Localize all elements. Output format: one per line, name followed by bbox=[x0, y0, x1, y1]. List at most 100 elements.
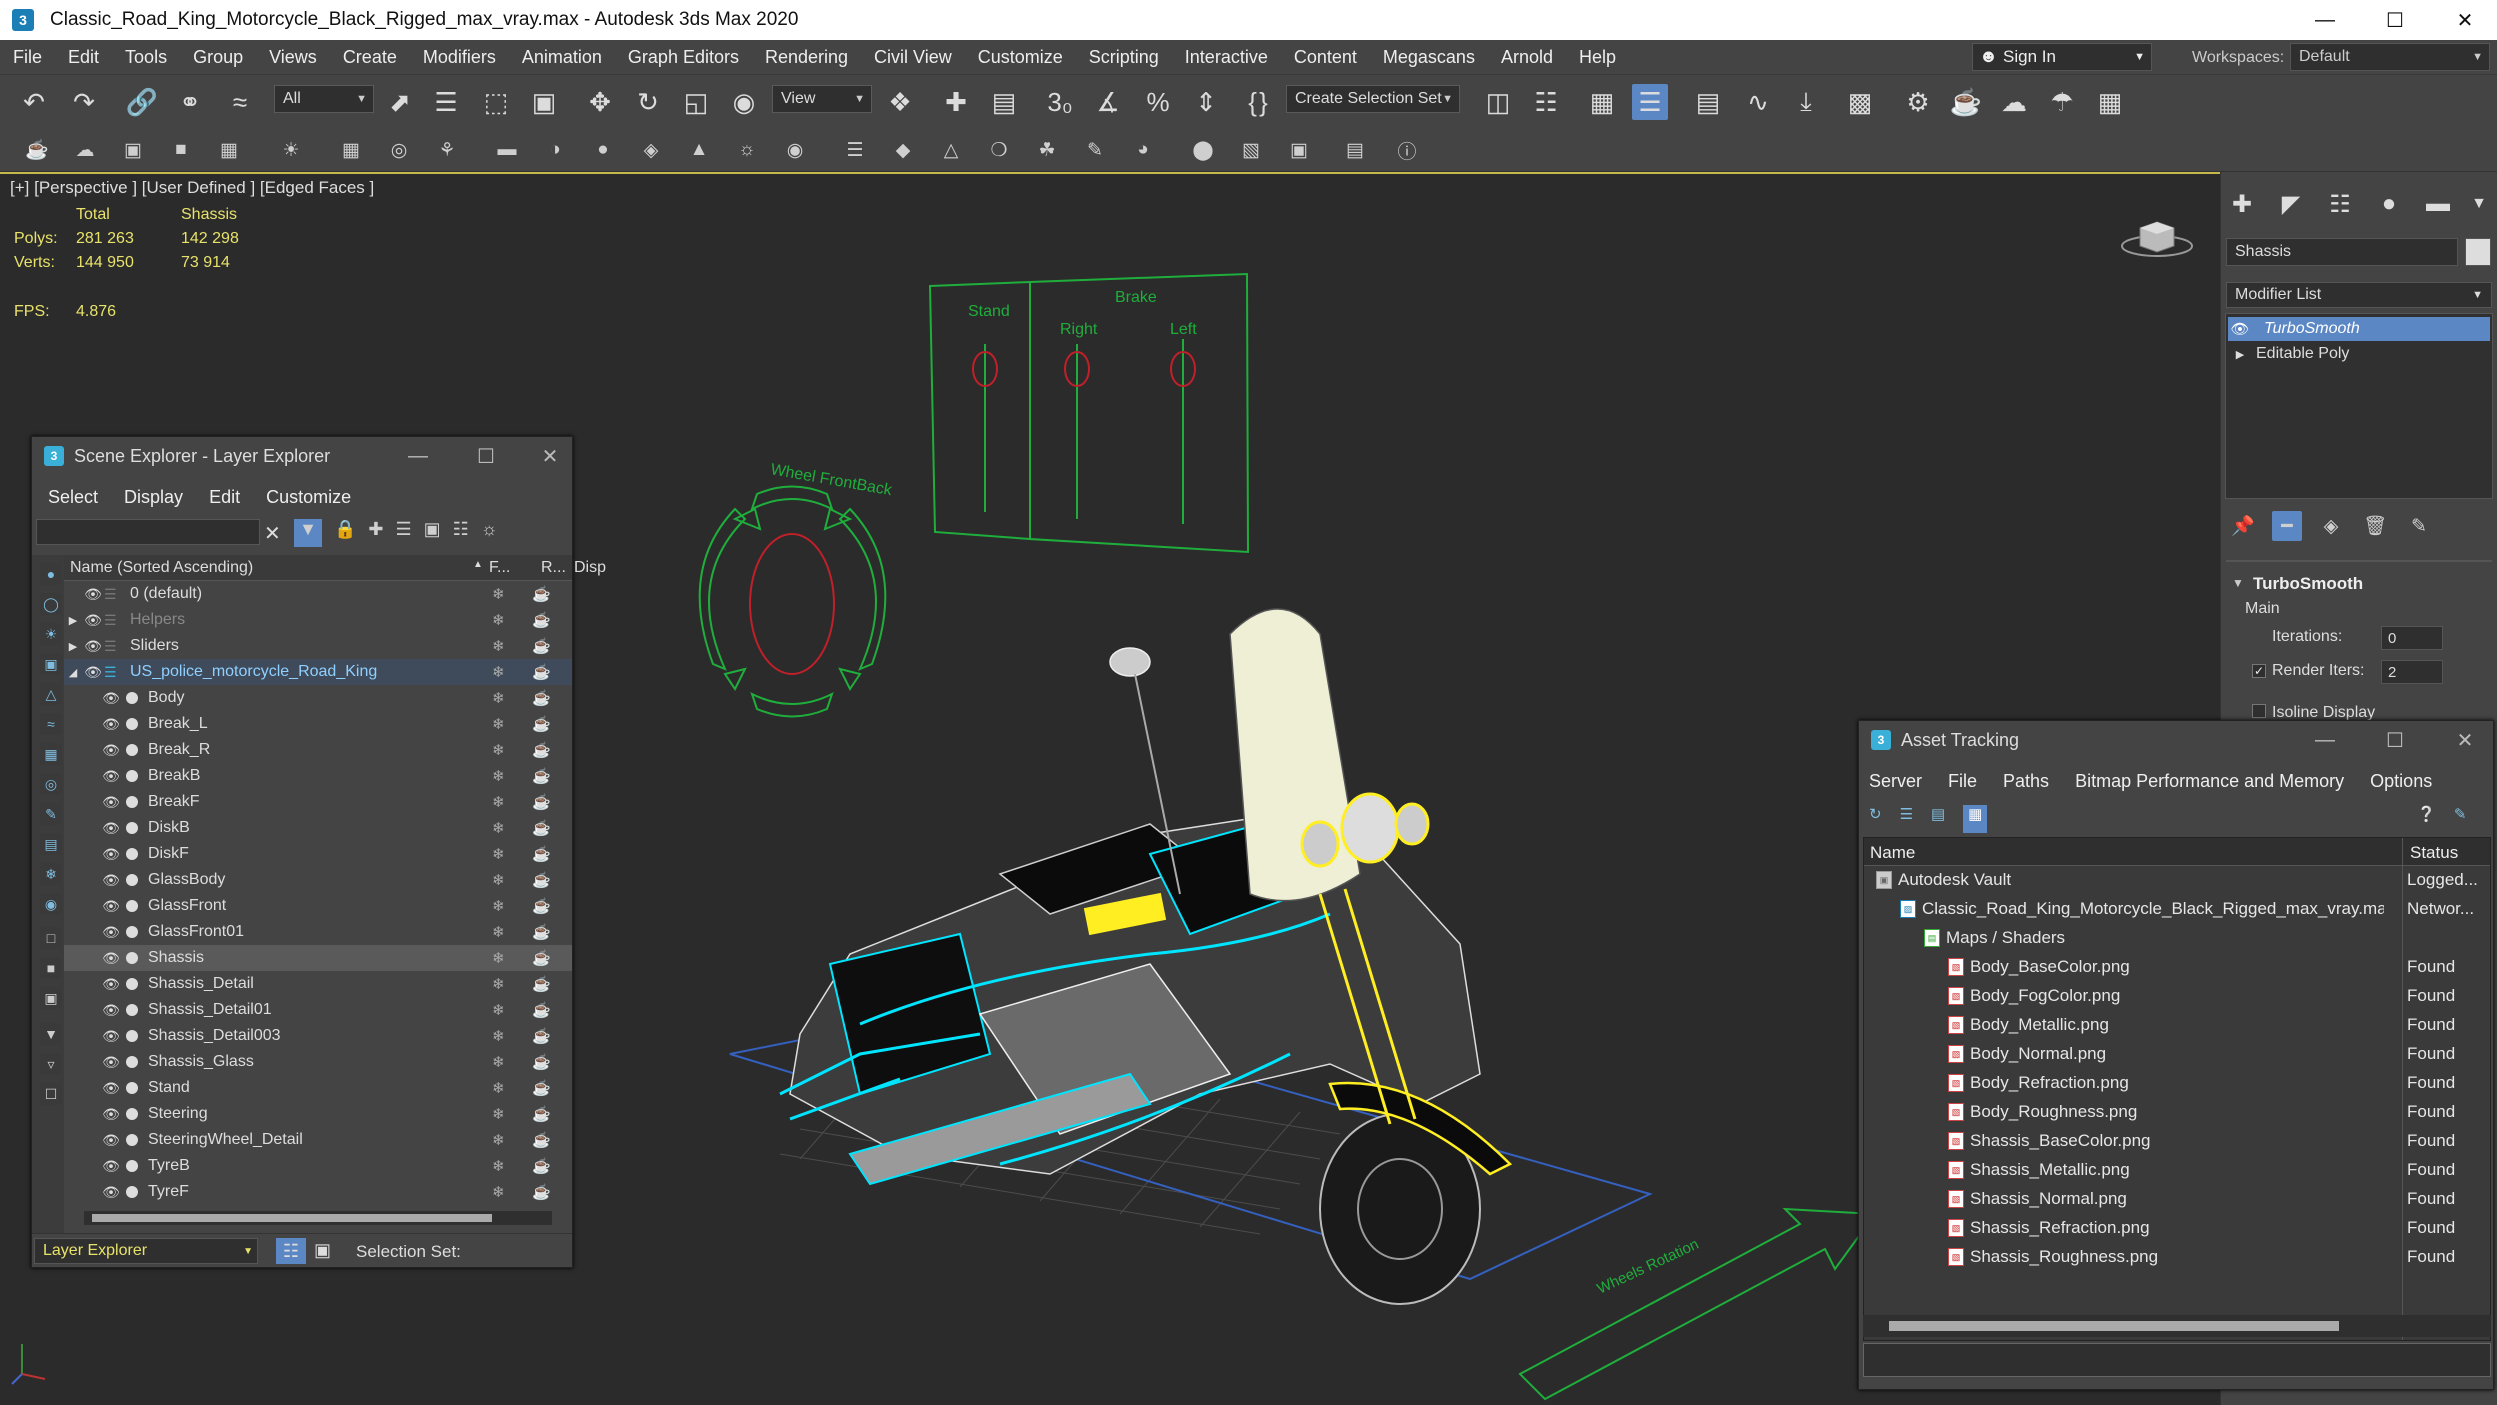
menu-views[interactable]: Views bbox=[256, 47, 330, 68]
place-icon[interactable]: ◉ bbox=[726, 84, 762, 120]
collapse-arrow-icon[interactable]: ◢ bbox=[64, 666, 82, 679]
show-end-result-icon[interactable]: ━ bbox=[2272, 511, 2302, 541]
rotate-icon[interactable]: ↻ bbox=[630, 84, 666, 120]
col-name[interactable]: Name bbox=[1870, 843, 1915, 863]
render-production-icon[interactable]: ☁ bbox=[1996, 84, 2032, 120]
isoline-checkbox[interactable] bbox=[2252, 704, 2266, 718]
maximize-button[interactable]: ☐ bbox=[2360, 0, 2430, 40]
freeze-toggle-icon[interactable]: ❄ bbox=[492, 741, 505, 759]
percent-snap-icon[interactable]: % bbox=[1140, 84, 1176, 120]
freeze-toggle-icon[interactable]: ❄ bbox=[492, 1157, 505, 1175]
container-icon[interactable]: ▣ bbox=[118, 135, 148, 165]
refresh-icon[interactable]: ↻ bbox=[1869, 805, 1882, 833]
visibility-eye-icon[interactable]: 👁 bbox=[100, 690, 122, 707]
display-spacewarps-icon[interactable]: ≈ bbox=[40, 713, 62, 735]
freeze-toggle-icon[interactable]: ❄ bbox=[492, 637, 505, 655]
vray-render-icon[interactable]: ▣ bbox=[1284, 135, 1314, 165]
menu-civil-view[interactable]: Civil View bbox=[861, 47, 965, 68]
a360-gallery-icon[interactable]: ▦ bbox=[2092, 84, 2128, 120]
maximize-button[interactable]: ☐ bbox=[464, 437, 508, 475]
visibility-eye-icon[interactable]: 👁 bbox=[100, 1028, 122, 1045]
renderable-toggle-icon[interactable]: ☕ bbox=[532, 611, 551, 629]
visibility-eye-icon[interactable]: 👁 bbox=[100, 1158, 122, 1175]
vray-proxy-icon[interactable]: ◆ bbox=[888, 135, 918, 165]
renderable-toggle-icon[interactable]: ☕ bbox=[532, 975, 551, 993]
freeze-toggle-icon[interactable]: ❄ bbox=[492, 871, 505, 889]
display-cameras-icon[interactable]: ▣ bbox=[40, 653, 62, 675]
object-row[interactable]: 👁 BreakB ❄ ☕ bbox=[64, 763, 572, 789]
asset-path-field[interactable] bbox=[1863, 1343, 2491, 1377]
table-view-icon[interactable]: ▦ bbox=[1963, 805, 1988, 833]
renderable-toggle-icon[interactable]: ☕ bbox=[532, 871, 551, 889]
add-to-layer-icon[interactable]: ✚ bbox=[368, 519, 383, 547]
freeze-toggle-icon[interactable]: ❄ bbox=[492, 1053, 505, 1071]
renderable-toggle-icon[interactable]: ☕ bbox=[532, 741, 551, 759]
renderable-toggle-icon[interactable]: ☕ bbox=[532, 689, 551, 707]
se-menu-customize[interactable]: Customize bbox=[266, 487, 351, 508]
window-crossing-icon[interactable]: ▣ bbox=[526, 84, 562, 120]
object-row[interactable]: 👁 Shassis ❄ ☕ bbox=[64, 945, 572, 971]
grid-icon[interactable]: ▦ bbox=[214, 135, 244, 165]
at-menu-paths[interactable]: Paths bbox=[2003, 771, 2049, 792]
visibility-eye-icon[interactable]: 👁 bbox=[100, 742, 122, 759]
find-icon[interactable]: ☐ bbox=[40, 1083, 62, 1105]
minimize-button[interactable]: — bbox=[2303, 721, 2347, 759]
toggle-ribbon-icon[interactable]: ▤ bbox=[1690, 84, 1726, 120]
menu-group[interactable]: Group bbox=[180, 47, 256, 68]
freeze-toggle-icon[interactable]: ❄ bbox=[492, 767, 505, 785]
scrollbar-thumb[interactable] bbox=[1889, 1321, 2339, 1331]
schematic-view-icon[interactable]: ⤓ bbox=[1788, 84, 1824, 120]
visibility-eye-icon[interactable]: 👁 bbox=[100, 1184, 122, 1201]
stack-item-editable-poly[interactable]: ▶ Editable Poly bbox=[2228, 342, 2490, 366]
keyboard-shortcut-override-icon[interactable]: ▤ bbox=[986, 84, 1022, 120]
vray-dome-icon[interactable]: ◑ bbox=[540, 135, 570, 165]
renderable-toggle-icon[interactable]: ☕ bbox=[532, 767, 551, 785]
rendered-frame-window-icon[interactable]: ☕ bbox=[1948, 84, 1984, 120]
render-iters-spinner[interactable]: 2 bbox=[2381, 660, 2443, 684]
renderable-toggle-icon[interactable]: ☕ bbox=[532, 637, 551, 655]
renderable-toggle-icon[interactable]: ☕ bbox=[532, 715, 551, 733]
vray-fur-icon[interactable]: ☰ bbox=[840, 135, 870, 165]
unlink-icon[interactable]: ⚭ bbox=[172, 84, 208, 120]
renderable-toggle-icon[interactable]: ☕ bbox=[532, 1105, 551, 1123]
asset-row[interactable]: ▤ Maps / Shaders bbox=[1864, 924, 2490, 953]
renderable-toggle-icon[interactable]: ☕ bbox=[532, 663, 551, 681]
renderable-toggle-icon[interactable]: ☕ bbox=[532, 923, 551, 941]
at-menu-server[interactable]: Server bbox=[1869, 771, 1922, 792]
menu-create[interactable]: Create bbox=[330, 47, 410, 68]
scale-icon[interactable]: ◱ bbox=[678, 84, 714, 120]
visibility-eye-icon[interactable]: 👁 bbox=[100, 846, 122, 863]
asset-row[interactable]: ▣ Autodesk Vault Logged... bbox=[1864, 866, 2490, 895]
scene-explorer-icon[interactable]: ▦ bbox=[1584, 84, 1620, 120]
menu-graph-editors[interactable]: Graph Editors bbox=[615, 47, 752, 68]
hide-icon[interactable]: ☼ bbox=[481, 519, 498, 547]
visibility-eye-icon[interactable]: 👁 bbox=[82, 612, 104, 629]
object-row[interactable]: 👁 DiskB ❄ ☕ bbox=[64, 815, 572, 841]
visibility-eye-icon[interactable]: 👁 bbox=[100, 820, 122, 837]
vray-sphere-icon[interactable]: ● bbox=[588, 135, 618, 165]
visibility-eye-icon[interactable]: 👁 bbox=[100, 950, 122, 967]
freeze-toggle-icon[interactable]: ❄ bbox=[492, 1027, 505, 1045]
layer-row[interactable]: ◢ 👁 ☰ US_police_motorcycle_Road_King ❄ ☕ bbox=[64, 659, 572, 685]
display-tab-icon[interactable]: ▬ bbox=[2420, 186, 2456, 222]
object-row[interactable]: 👁 Shassis_Detail003 ❄ ☕ bbox=[64, 1023, 572, 1049]
rollout-title[interactable]: TurboSmooth bbox=[2253, 574, 2363, 594]
select-by-name-icon[interactable]: ☰ bbox=[428, 84, 464, 120]
col-frozen[interactable]: F... bbox=[489, 559, 510, 577]
list-view-icon[interactable]: ☰ bbox=[1900, 805, 1913, 833]
lock-icon[interactable]: 🔒 bbox=[334, 519, 356, 547]
vray-sphere-fade-icon[interactable]: ❍ bbox=[984, 135, 1014, 165]
object-row[interactable]: 👁 GlassFront ❄ ☕ bbox=[64, 893, 572, 919]
rectangular-selection-icon[interactable]: ⬚ bbox=[478, 84, 514, 120]
object-row[interactable]: 👁 TyreF ❄ ☕ bbox=[64, 1179, 572, 1205]
collapse-arrow-icon[interactable]: ▼ bbox=[2232, 576, 2244, 590]
renderable-toggle-icon[interactable]: ☕ bbox=[532, 897, 551, 915]
minimize-button[interactable]: — bbox=[2290, 0, 2360, 40]
layer-row[interactable]: ▶ 👁 ☰ Helpers ❄ ☕ bbox=[64, 607, 572, 633]
motion-tab-icon[interactable]: ● bbox=[2371, 186, 2407, 222]
link-icon[interactable]: 🔗 bbox=[124, 84, 160, 120]
se-menu-display[interactable]: Display bbox=[124, 487, 183, 508]
viewport-label[interactable]: [+] [Perspective ] [User Defined ] [Edge… bbox=[10, 178, 374, 198]
display-helpers-icon[interactable]: △ bbox=[40, 683, 62, 705]
display-bones-icon[interactable]: ✎ bbox=[40, 803, 62, 825]
